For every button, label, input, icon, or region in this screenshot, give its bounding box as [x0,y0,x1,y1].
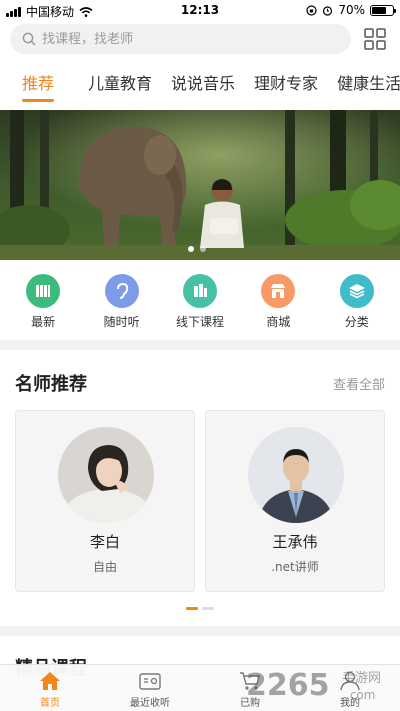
quick-item-latest[interactable]: 最新 [8,274,78,334]
quick-entries: 最新 随时听 线下课程 商城 分类 [0,274,400,334]
status-right: 70% [306,3,396,17]
battery-icon [370,4,396,16]
tab-finance[interactable]: 理财专家 [254,66,318,102]
search-icon [22,32,36,46]
tab-children-education[interactable]: 儿童教育 [88,66,152,102]
watermark-subtext: 手游网 [342,671,381,686]
quick-label: 分类 [344,315,369,329]
tab-recommend[interactable]: 推荐 [22,66,55,102]
nav-recent[interactable]: 最近收听 [100,665,200,711]
book-icon [26,274,61,308]
teacher-card[interactable]: 王承伟 .net讲师 [205,410,385,592]
nav-label: 最近收听 [130,698,170,709]
battery-fill [372,6,386,14]
teacher-cards: 李白 自由 王承伟 .net讲师 [15,410,385,592]
banner-dots [188,246,206,252]
rotation-lock-icon [306,4,317,16]
quick-item-listen[interactable]: 随时听 [87,274,157,334]
home-icon [40,672,60,690]
teacher-pager [186,607,214,610]
watermark-logo: 2265 手游网 .com [246,668,381,703]
quick-label: 线下课程 [175,315,224,329]
quick-item-category[interactable]: 分类 [322,274,392,334]
layers-icon [339,274,374,308]
teacher-title: .net讲师 [271,560,319,574]
section-divider [0,626,400,636]
avatar [248,427,344,523]
battery-percent: 70% [338,3,365,17]
ear-icon [104,274,139,308]
alarm-icon [323,5,333,16]
quick-label: 随时听 [103,315,140,329]
search-row [0,24,400,54]
status-bar: 中国移动 12:13 70% [0,0,400,20]
teacher-card[interactable]: 李白 自由 [15,410,195,592]
quick-item-shop[interactable]: 商城 [243,274,313,334]
nav-label: 首页 [40,698,60,709]
watermark-text: 2265 [246,668,330,703]
section-divider [0,340,400,350]
category-tabs: 推荐 儿童教育 说说音乐 理财专家 健康生活 [0,66,400,106]
avatar [58,427,154,523]
teacher-name: 王承伟 [272,533,318,551]
banner-image [0,110,400,260]
radio-icon [139,673,161,690]
shop-icon [261,274,296,308]
nav-home[interactable]: 首页 [0,665,100,711]
banner-carousel[interactable] [0,110,400,260]
quick-label: 最新 [31,315,56,329]
grid-menu-icon[interactable] [364,28,386,50]
tab-health[interactable]: 健康生活 [337,66,400,102]
teacher-name: 李白 [89,533,120,551]
books-icon [182,274,217,308]
teacher-title: 自由 [92,560,117,574]
search-box[interactable] [10,24,351,54]
tab-music[interactable]: 说说音乐 [171,66,235,102]
quick-label: 商城 [266,315,291,329]
teachers-section-title: 名师推荐 [15,374,87,395]
watermark-domain: .com [346,688,375,702]
search-input[interactable] [42,31,322,47]
see-all-link[interactable]: 查看全部 [333,374,385,393]
quick-item-offline-course[interactable]: 线下课程 [165,274,235,334]
